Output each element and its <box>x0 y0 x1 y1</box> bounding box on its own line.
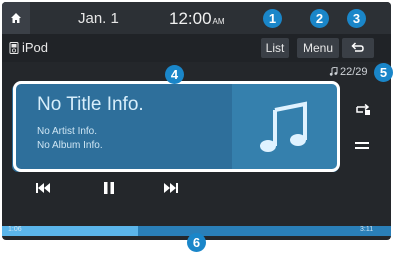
artist-name: No Artist Info. <box>37 126 98 137</box>
ampm-indicator: AM <box>212 17 225 26</box>
album-name: No Album Info. <box>37 140 103 151</box>
home-button[interactable] <box>2 2 30 34</box>
menu-button[interactable]: Menu <box>297 38 339 58</box>
status-bar: Jan. 1 12:00AM <box>2 2 391 34</box>
repeat-icon <box>356 103 370 115</box>
clock-display: 12:00AM <box>169 9 225 28</box>
callout-3: 3 <box>347 9 366 28</box>
total-time: 3:11 <box>360 226 374 233</box>
source-label: iPod <box>22 40 49 55</box>
progress-fill <box>2 226 139 236</box>
source-row: iPod List Menu <box>2 34 391 62</box>
shuffle-button[interactable] <box>355 138 369 156</box>
back-arrow-icon <box>351 42 364 52</box>
callout-6: 6 <box>187 233 206 252</box>
pause-button[interactable] <box>104 180 114 196</box>
track-counter: 22/29 <box>329 66 368 78</box>
callout-5: 5 <box>374 63 393 82</box>
previous-icon <box>36 183 50 193</box>
callout-2: 2 <box>310 9 329 28</box>
home-icon <box>11 13 21 23</box>
media-screen: Jan. 1 12:00AM iPod List Menu 22/29 No T… <box>2 2 391 240</box>
pause-icon <box>104 182 114 194</box>
music-note-small-icon <box>329 66 338 76</box>
elapsed-time: 1:06 <box>8 226 22 233</box>
next-button[interactable] <box>164 180 178 196</box>
ipod-icon <box>9 42 19 54</box>
callout-4: 4 <box>165 65 184 84</box>
song-title: No Title Info. <box>37 94 144 115</box>
callout-1: 1 <box>263 9 282 28</box>
back-button[interactable] <box>342 38 374 58</box>
shuffle-icon <box>355 142 369 149</box>
next-icon <box>164 183 178 193</box>
date-display: Jan. 1 <box>78 10 119 27</box>
previous-button[interactable] <box>36 180 50 196</box>
repeat-button[interactable] <box>355 102 371 120</box>
list-button[interactable]: List <box>261 38 289 58</box>
